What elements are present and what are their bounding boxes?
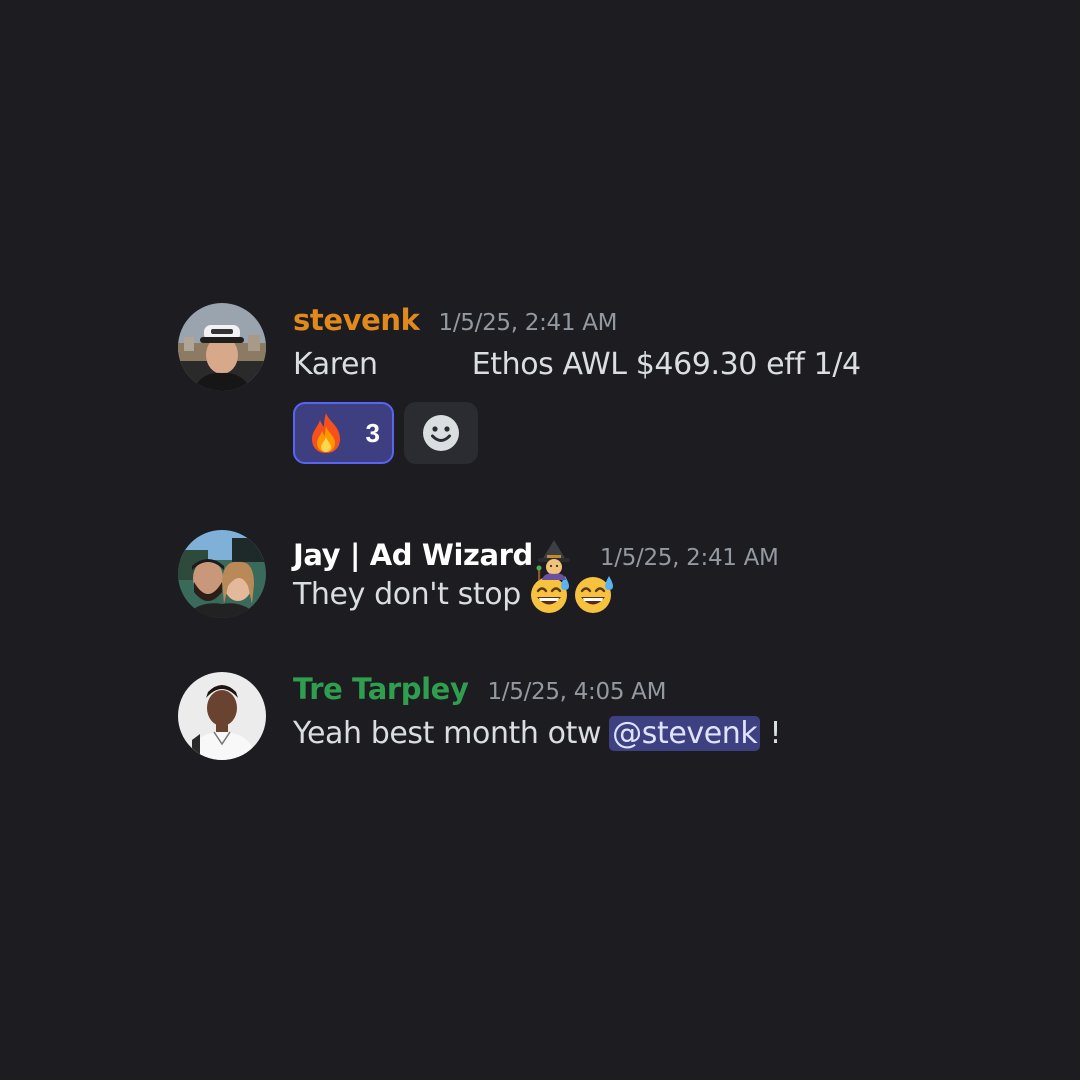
message-text-part: They don't stop (293, 576, 521, 612)
add-reaction-button[interactable] (404, 402, 478, 464)
message-text: They don't stop (293, 574, 1038, 614)
reactions-bar: 3 (293, 402, 1038, 464)
username[interactable]: Jay | Ad Wizard (293, 530, 574, 580)
message-text-part: ! (760, 716, 782, 751)
message-text-part: Yeah best month otw (293, 716, 602, 751)
fire-icon (312, 413, 340, 453)
message-text: Yeah best month otw @stevenk ! (293, 716, 1038, 751)
username[interactable]: stevenk (293, 303, 420, 337)
reaction-count: 3 (365, 417, 380, 448)
message-text: Karen Ethos AWL $469.30 eff 1/4 (293, 347, 1038, 382)
avatar-tre[interactable] (178, 672, 266, 760)
timestamp: 1/5/25, 2:41 AM (438, 310, 618, 336)
user-photo-icon (178, 530, 266, 618)
sweat-smile-emoji-icon (574, 576, 613, 613)
avatar-jay[interactable] (178, 530, 266, 618)
user-photo-icon (178, 303, 266, 391)
reaction-fire[interactable]: 3 (293, 402, 394, 464)
username-text: Jay | Ad Wizard (293, 538, 533, 572)
smiley-icon (423, 415, 459, 451)
message-text-part: Ethos AWL $469.30 eff 1/4 (471, 347, 861, 382)
timestamp: 1/5/25, 2:41 AM (599, 545, 779, 571)
avatar-stevenk[interactable] (178, 303, 266, 391)
sweat-smile-emoji-icon (530, 576, 569, 613)
message-text-part: Karen (293, 347, 378, 382)
user-mention[interactable]: @stevenk (609, 716, 761, 751)
username[interactable]: Tre Tarpley (293, 672, 469, 706)
timestamp: 1/5/25, 4:05 AM (487, 679, 667, 705)
user-photo-icon (178, 672, 266, 760)
wizard-emoji-icon (536, 540, 570, 580)
